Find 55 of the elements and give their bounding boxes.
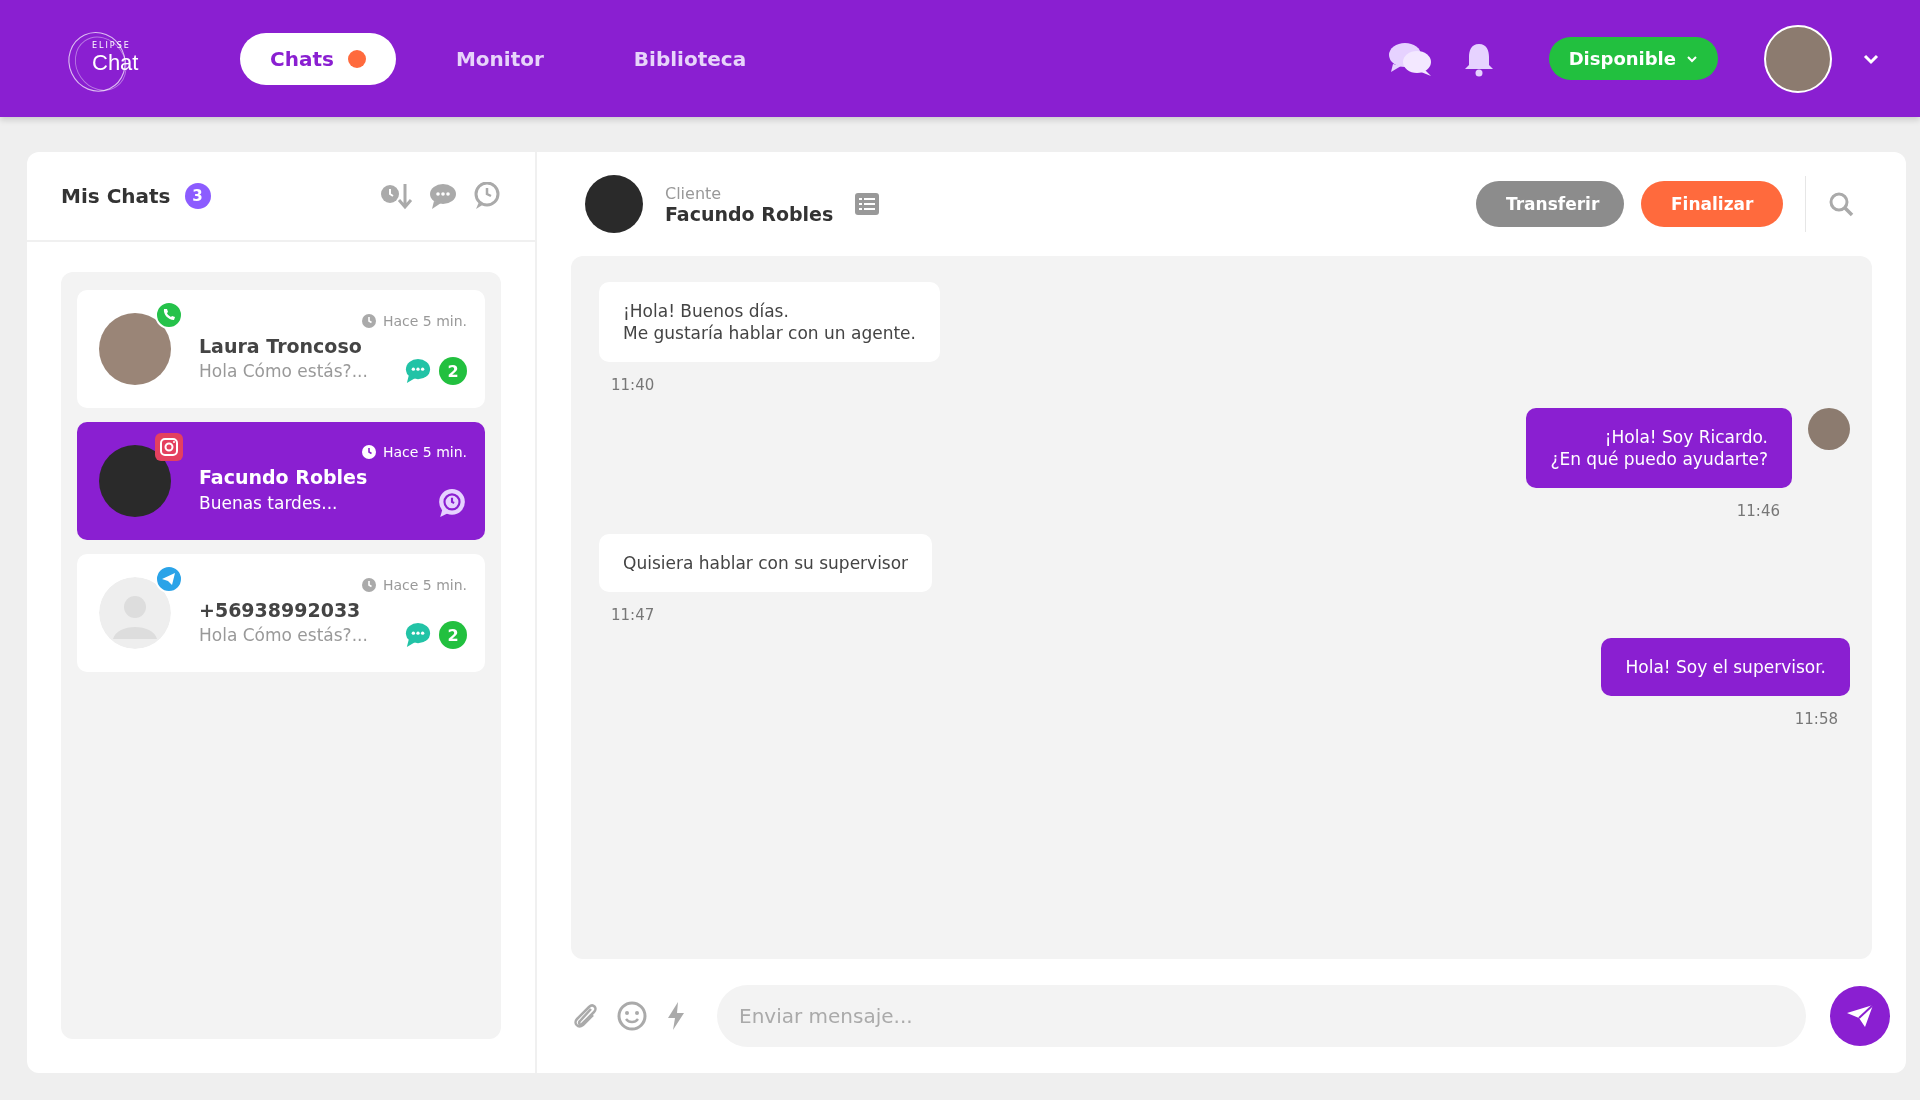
search-icon[interactable]	[1828, 191, 1854, 217]
nav-tab[interactable]: Monitor	[425, 32, 574, 85]
contact-name: Facundo Robles	[665, 202, 834, 225]
chat-list-item[interactable]: Hace 5 min. Facundo Robles Buenas tardes...	[77, 422, 485, 540]
message-input[interactable]: Enviar mensaje...	[717, 985, 1806, 1047]
phone-bubble-icon	[155, 301, 183, 329]
panel-title: Mis Chats	[61, 184, 171, 208]
action-button[interactable]: Transferir	[1476, 181, 1624, 227]
logo-wordmark: Chat	[92, 50, 140, 76]
paper-plane-icon	[155, 565, 183, 593]
paper-plane-icon	[1845, 1003, 1875, 1029]
camera-icon	[155, 433, 183, 461]
contact-name: +56938992033	[199, 599, 362, 621]
message-time: 11:46	[1735, 502, 1781, 520]
chat-bubble-icon	[405, 358, 431, 384]
chat-time: Hace 5 min.	[382, 444, 467, 460]
chat-list-item[interactable]: Hace 5 min. +56938992033 Hola Cómo estás?... 2	[77, 554, 485, 672]
message-bubble: ¡Hola! Buenos días. Me gustaría hablar con un agente.	[599, 282, 940, 362]
chat-bubble-icon[interactable]	[429, 182, 457, 210]
smiley-icon[interactable]	[617, 1001, 647, 1031]
list-icon[interactable]	[855, 193, 880, 215]
chat-list-item[interactable]: Hace 5 min. Laura Troncoso Hola Cómo estás?... 2	[77, 290, 485, 408]
lightning-icon[interactable]	[665, 1001, 687, 1031]
unread-count-badge: 2	[439, 621, 467, 649]
clock-icon	[361, 578, 376, 592]
paperclip-icon[interactable]	[571, 1001, 599, 1031]
message-time: 11:47	[610, 606, 656, 624]
send-button[interactable]	[1830, 986, 1890, 1046]
chat-time: Hace 5 min.	[382, 577, 467, 593]
caret-icon	[1686, 54, 1698, 63]
message-preview: Hola Cómo estás?...	[199, 625, 369, 645]
message-preview: Hola Cómo estás?...	[199, 361, 369, 381]
message-bubble: Quisiera hablar con su supervisor	[599, 534, 933, 592]
message-preview: Buenas tardes...	[199, 493, 339, 513]
clock-icon	[361, 314, 376, 328]
nav-tab[interactable]: Chats	[240, 32, 396, 85]
clock-icon	[361, 445, 376, 459]
logo-overline: ELIPSE	[92, 41, 132, 50]
nav-tab[interactable]: Biblioteca	[603, 32, 777, 85]
count-badge: 3	[184, 183, 211, 209]
message-bubble: ¡Hola! Soy Ricardo. ¿En qué puedo ayudarte?	[1526, 408, 1792, 488]
contact-name: Facundo Robles	[199, 466, 369, 488]
message-time: 11:58	[1793, 710, 1839, 728]
chat-bubble-icon	[405, 622, 431, 648]
contact-label: Cliente	[665, 183, 723, 203]
caret-icon[interactable]	[1862, 52, 1880, 65]
message-bubble: Hola! Soy el supervisor.	[1601, 638, 1850, 696]
clock-bubble-icon[interactable]	[473, 182, 501, 210]
chat-time: Hace 5 min.	[382, 313, 467, 329]
contact-name: Laura Troncoso	[199, 335, 363, 357]
clock-sort-icon[interactable]	[379, 182, 413, 210]
avatar-photo	[585, 175, 643, 233]
message-time: 11:40	[610, 376, 656, 394]
logo[interactable]: ELIPSE Chat	[60, 18, 160, 99]
unread-count-badge: 2	[439, 357, 467, 385]
